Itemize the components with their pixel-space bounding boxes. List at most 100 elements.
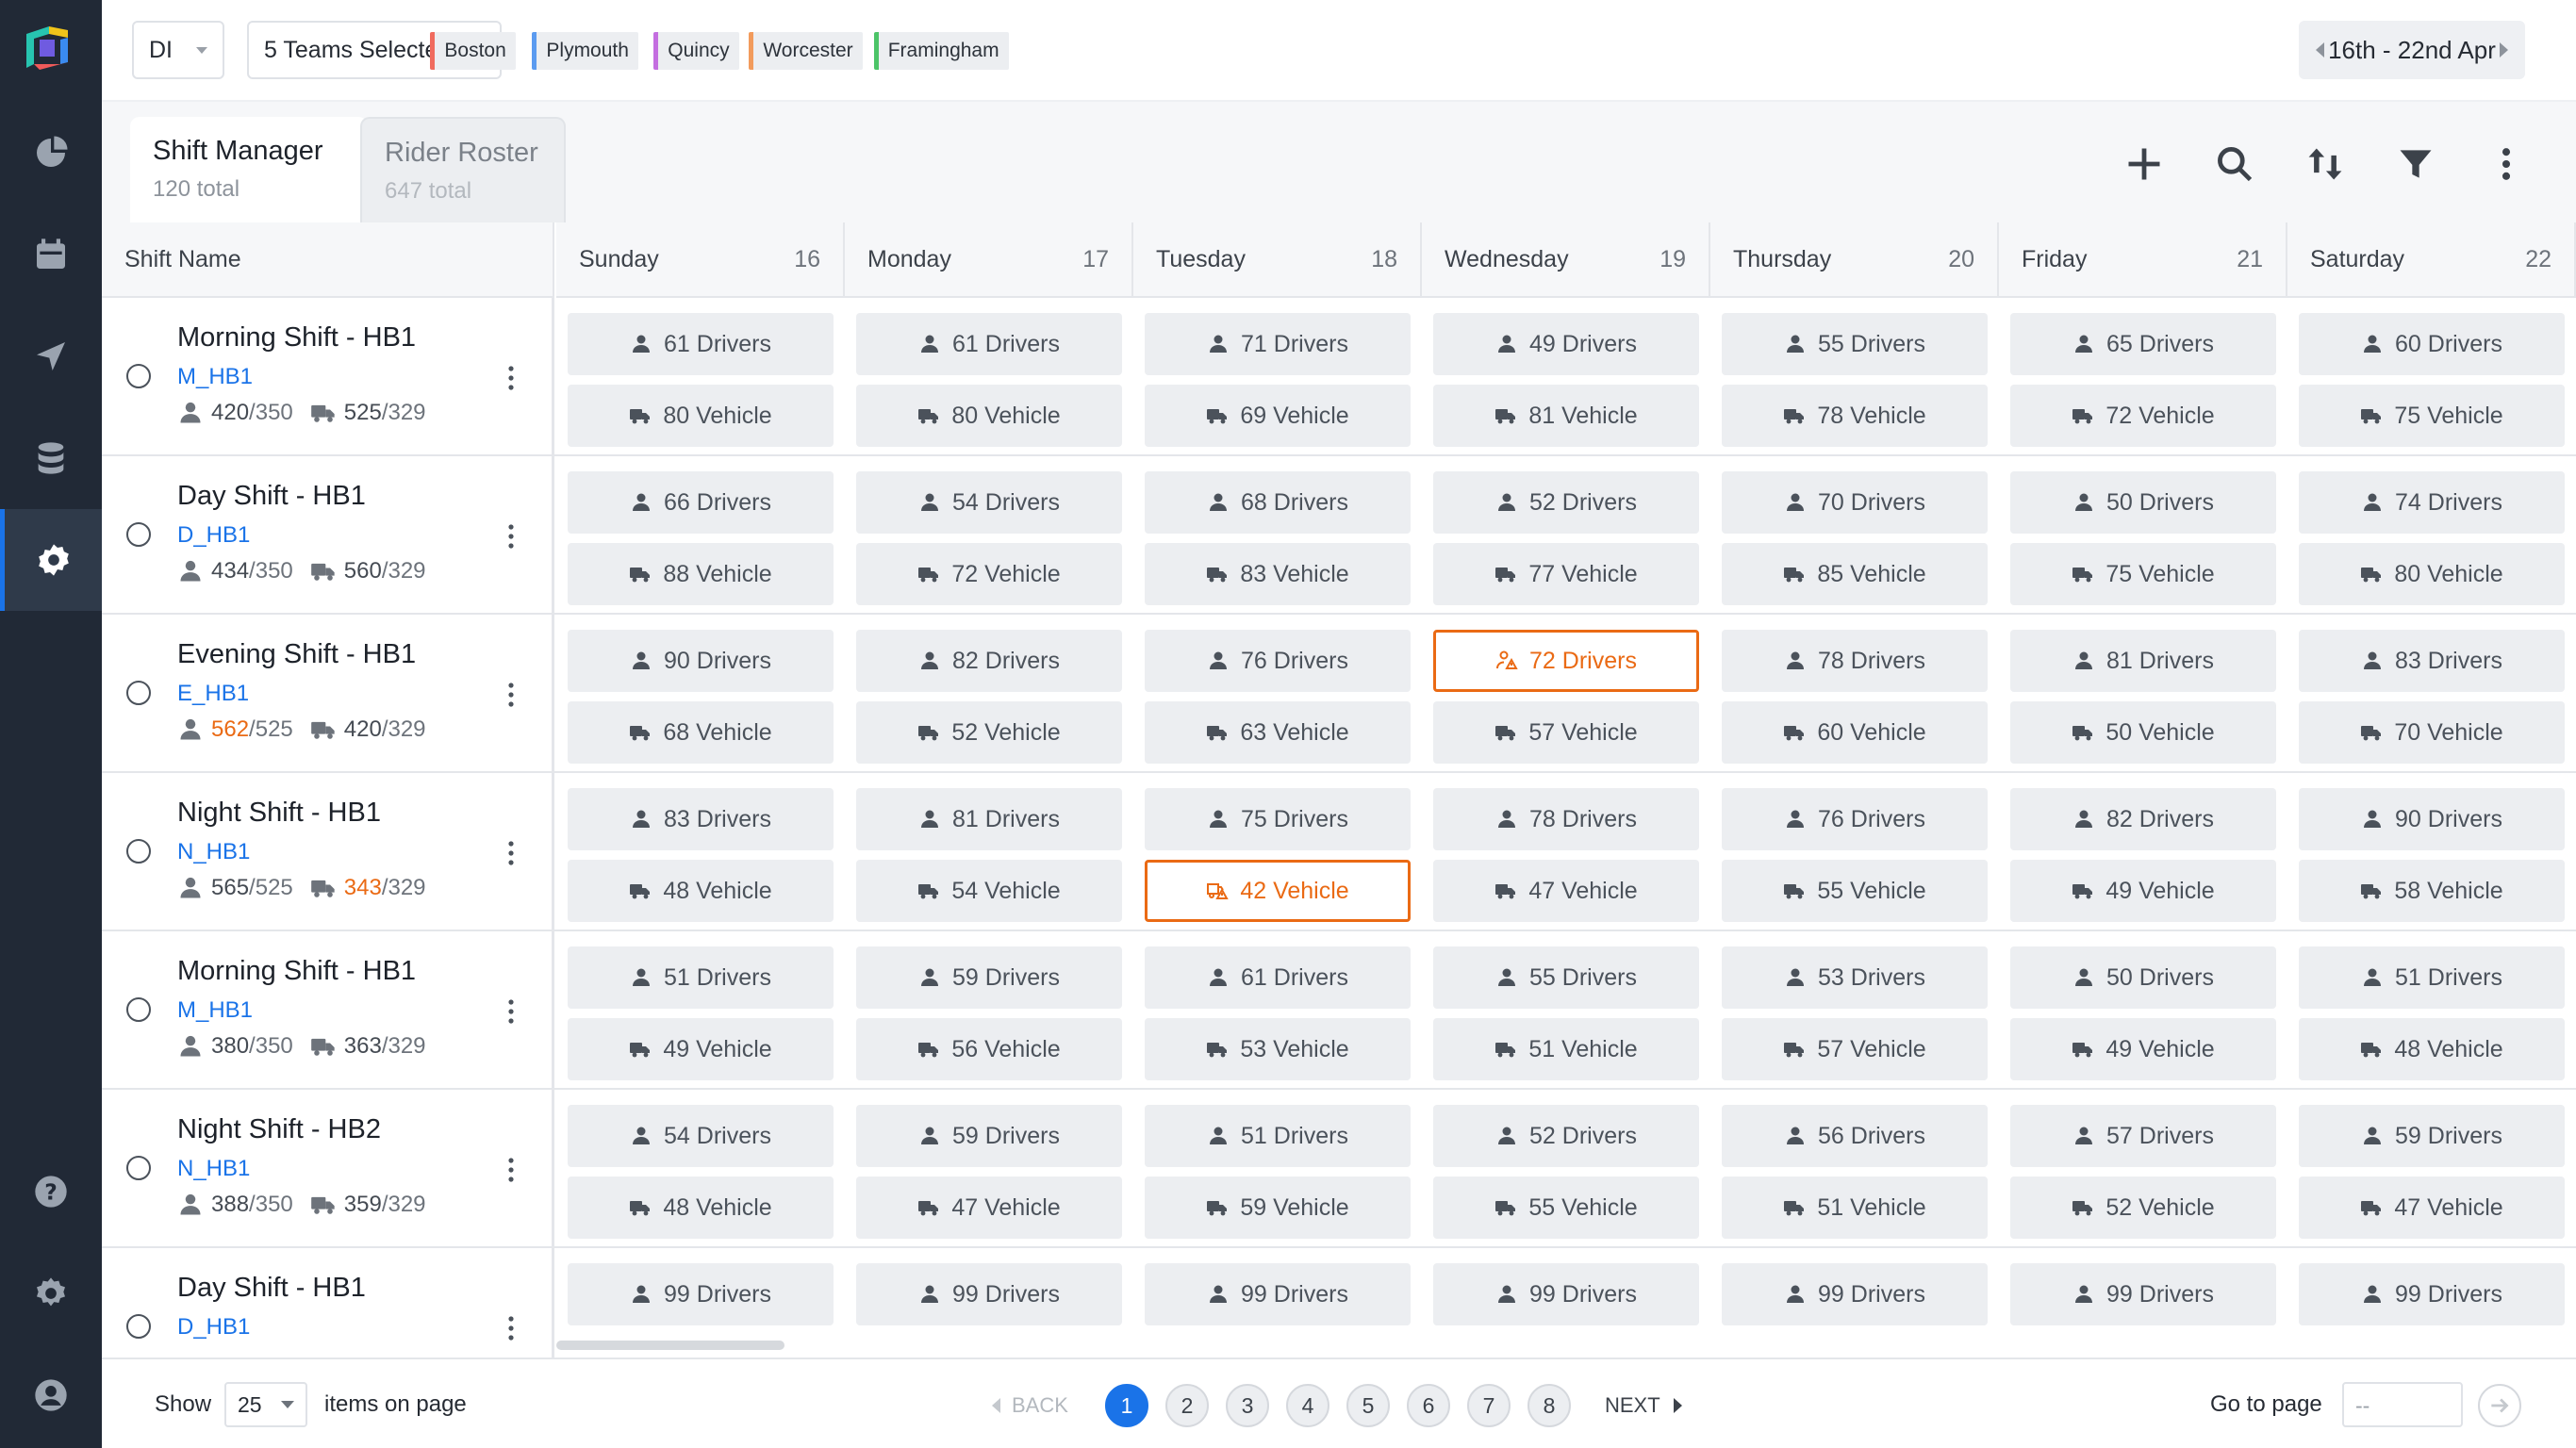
driver-cell[interactable]: 71 Drivers — [1145, 313, 1411, 375]
sidebar-item-calendar[interactable] — [0, 224, 102, 285]
sidebar-item-settings[interactable] — [0, 1263, 102, 1324]
row-menu-icon[interactable] — [502, 997, 520, 1026]
column-header-saturday[interactable]: Saturday 22 — [2287, 222, 2576, 298]
row-select-radio[interactable] — [126, 364, 151, 388]
driver-cell[interactable]: 76 Drivers — [1722, 788, 1988, 850]
driver-cell[interactable]: 83 Drivers — [568, 788, 834, 850]
vehicle-cell[interactable]: 57 Vehicle — [1433, 701, 1699, 764]
driver-cell[interactable]: 68 Drivers — [1145, 471, 1411, 534]
driver-cell[interactable]: 83 Drivers — [2299, 630, 2565, 692]
column-header-sunday[interactable]: Sunday 16 — [556, 222, 845, 298]
driver-cell[interactable]: 56 Drivers — [1722, 1105, 1988, 1167]
driver-cell[interactable]: 60 Drivers — [2299, 313, 2565, 375]
vehicle-cell[interactable]: 72 Vehicle — [856, 543, 1122, 605]
driver-cell[interactable]: 55 Drivers — [1722, 313, 1988, 375]
page-size-select[interactable]: 25 — [224, 1382, 307, 1427]
vehicle-cell[interactable]: 56 Vehicle — [856, 1018, 1122, 1080]
app-logo[interactable] — [21, 21, 74, 74]
driver-cell[interactable]: 99 Drivers — [1722, 1263, 1988, 1325]
driver-cell[interactable]: 59 Drivers — [856, 946, 1122, 1009]
vehicle-cell[interactable]: 77 Vehicle — [1433, 543, 1699, 605]
row-select-radio[interactable] — [126, 522, 151, 547]
sidebar-item-help[interactable]: ? — [0, 1161, 102, 1222]
vehicle-cell[interactable]: 72 Vehicle — [2010, 385, 2276, 447]
driver-cell[interactable]: 99 Drivers — [856, 1263, 1122, 1325]
sidebar-item-dashboard[interactable] — [0, 123, 102, 183]
division-select[interactable]: DI — [132, 21, 224, 79]
driver-cell[interactable]: 49 Drivers — [1433, 313, 1699, 375]
row-menu-icon[interactable] — [502, 1314, 520, 1342]
vehicle-cell[interactable]: 78 Vehicle — [1722, 385, 1988, 447]
sort-button[interactable] — [2299, 138, 2352, 190]
column-header-friday[interactable]: Friday 21 — [1999, 222, 2287, 298]
page-button-5[interactable]: 5 — [1346, 1384, 1390, 1427]
add-button[interactable] — [2118, 138, 2171, 190]
sidebar-item-shift-settings[interactable] — [0, 509, 102, 611]
vehicle-cell[interactable]: 47 Vehicle — [1433, 860, 1699, 922]
team-chip-plymouth[interactable]: Plymouth — [532, 32, 638, 70]
column-header-wednesday[interactable]: Wednesday 19 — [1422, 222, 1710, 298]
vehicle-cell[interactable]: 49 Vehicle — [568, 1018, 834, 1080]
vehicle-cell[interactable]: 85 Vehicle — [1722, 543, 1988, 605]
vehicle-cell[interactable]: 63 Vehicle — [1145, 701, 1411, 764]
driver-cell[interactable]: 51 Drivers — [568, 946, 834, 1009]
vehicle-cell[interactable]: 68 Vehicle — [568, 701, 834, 764]
horizontal-scrollbar[interactable] — [556, 1341, 784, 1350]
column-header-tuesday[interactable]: Tuesday 18 — [1133, 222, 1422, 298]
driver-alert-cell[interactable]: 72 Drivers — [1433, 630, 1699, 692]
row-select-radio[interactable] — [126, 997, 151, 1022]
driver-cell[interactable]: 90 Drivers — [2299, 788, 2565, 850]
back-button[interactable]: BACK — [992, 1393, 1068, 1418]
vehicle-cell[interactable]: 55 Vehicle — [1722, 860, 1988, 922]
date-range-picker[interactable]: 16th - 22nd Apr — [2299, 21, 2525, 79]
page-button-6[interactable]: 6 — [1407, 1384, 1450, 1427]
page-button-4[interactable]: 4 — [1286, 1384, 1329, 1427]
column-header-thursday[interactable]: Thursday 20 — [1710, 222, 1999, 298]
vehicle-cell[interactable]: 88 Vehicle — [568, 543, 834, 605]
vehicle-cell[interactable]: 48 Vehicle — [568, 860, 834, 922]
shift-code-link[interactable]: D_HB1 — [177, 522, 250, 549]
driver-cell[interactable]: 81 Drivers — [856, 788, 1122, 850]
driver-cell[interactable]: 99 Drivers — [2299, 1263, 2565, 1325]
vehicle-alert-cell[interactable]: 42 Vehicle — [1145, 860, 1411, 922]
vehicle-cell[interactable]: 83 Vehicle — [1145, 543, 1411, 605]
driver-cell[interactable]: 52 Drivers — [1433, 1105, 1699, 1167]
driver-cell[interactable]: 99 Drivers — [568, 1263, 834, 1325]
team-chip-worcester[interactable]: Worcester — [749, 32, 863, 70]
driver-cell[interactable]: 57 Drivers — [2010, 1105, 2276, 1167]
shift-code-link[interactable]: E_HB1 — [177, 681, 249, 707]
shift-code-link[interactable]: D_HB1 — [177, 1314, 250, 1341]
driver-cell[interactable]: 81 Drivers — [2010, 630, 2276, 692]
shift-code-link[interactable]: M_HB1 — [177, 364, 253, 390]
tab-shift-manager[interactable]: Shift Manager 120 total — [130, 117, 368, 222]
vehicle-cell[interactable]: 80 Vehicle — [856, 385, 1122, 447]
driver-cell[interactable]: 82 Drivers — [2010, 788, 2276, 850]
driver-cell[interactable]: 51 Drivers — [2299, 946, 2565, 1009]
search-button[interactable] — [2208, 138, 2261, 190]
row-menu-icon[interactable] — [502, 364, 520, 392]
driver-cell[interactable]: 61 Drivers — [856, 313, 1122, 375]
vehicle-cell[interactable]: 48 Vehicle — [568, 1176, 834, 1239]
row-select-radio[interactable] — [126, 1314, 151, 1339]
driver-cell[interactable]: 99 Drivers — [1433, 1263, 1699, 1325]
go-to-page-button[interactable] — [2478, 1384, 2521, 1427]
driver-cell[interactable]: 52 Drivers — [1433, 471, 1699, 534]
more-options-button[interactable] — [2480, 138, 2533, 190]
shift-code-link[interactable]: N_HB1 — [177, 1156, 250, 1182]
vehicle-cell[interactable]: 75 Vehicle — [2010, 543, 2276, 605]
row-menu-icon[interactable] — [502, 839, 520, 867]
vehicle-cell[interactable]: 52 Vehicle — [856, 701, 1122, 764]
driver-cell[interactable]: 54 Drivers — [568, 1105, 834, 1167]
page-button-3[interactable]: 3 — [1226, 1384, 1269, 1427]
vehicle-cell[interactable]: 53 Vehicle — [1145, 1018, 1411, 1080]
driver-cell[interactable]: 99 Drivers — [1145, 1263, 1411, 1325]
vehicle-cell[interactable]: 80 Vehicle — [568, 385, 834, 447]
driver-cell[interactable]: 90 Drivers — [568, 630, 834, 692]
driver-cell[interactable]: 61 Drivers — [1145, 946, 1411, 1009]
page-button-1[interactable]: 1 — [1105, 1384, 1148, 1427]
vehicle-cell[interactable]: 51 Vehicle — [1433, 1018, 1699, 1080]
vehicle-cell[interactable]: 49 Vehicle — [2010, 860, 2276, 922]
vehicle-cell[interactable]: 52 Vehicle — [2010, 1176, 2276, 1239]
row-select-radio[interactable] — [126, 839, 151, 864]
driver-cell[interactable]: 76 Drivers — [1145, 630, 1411, 692]
